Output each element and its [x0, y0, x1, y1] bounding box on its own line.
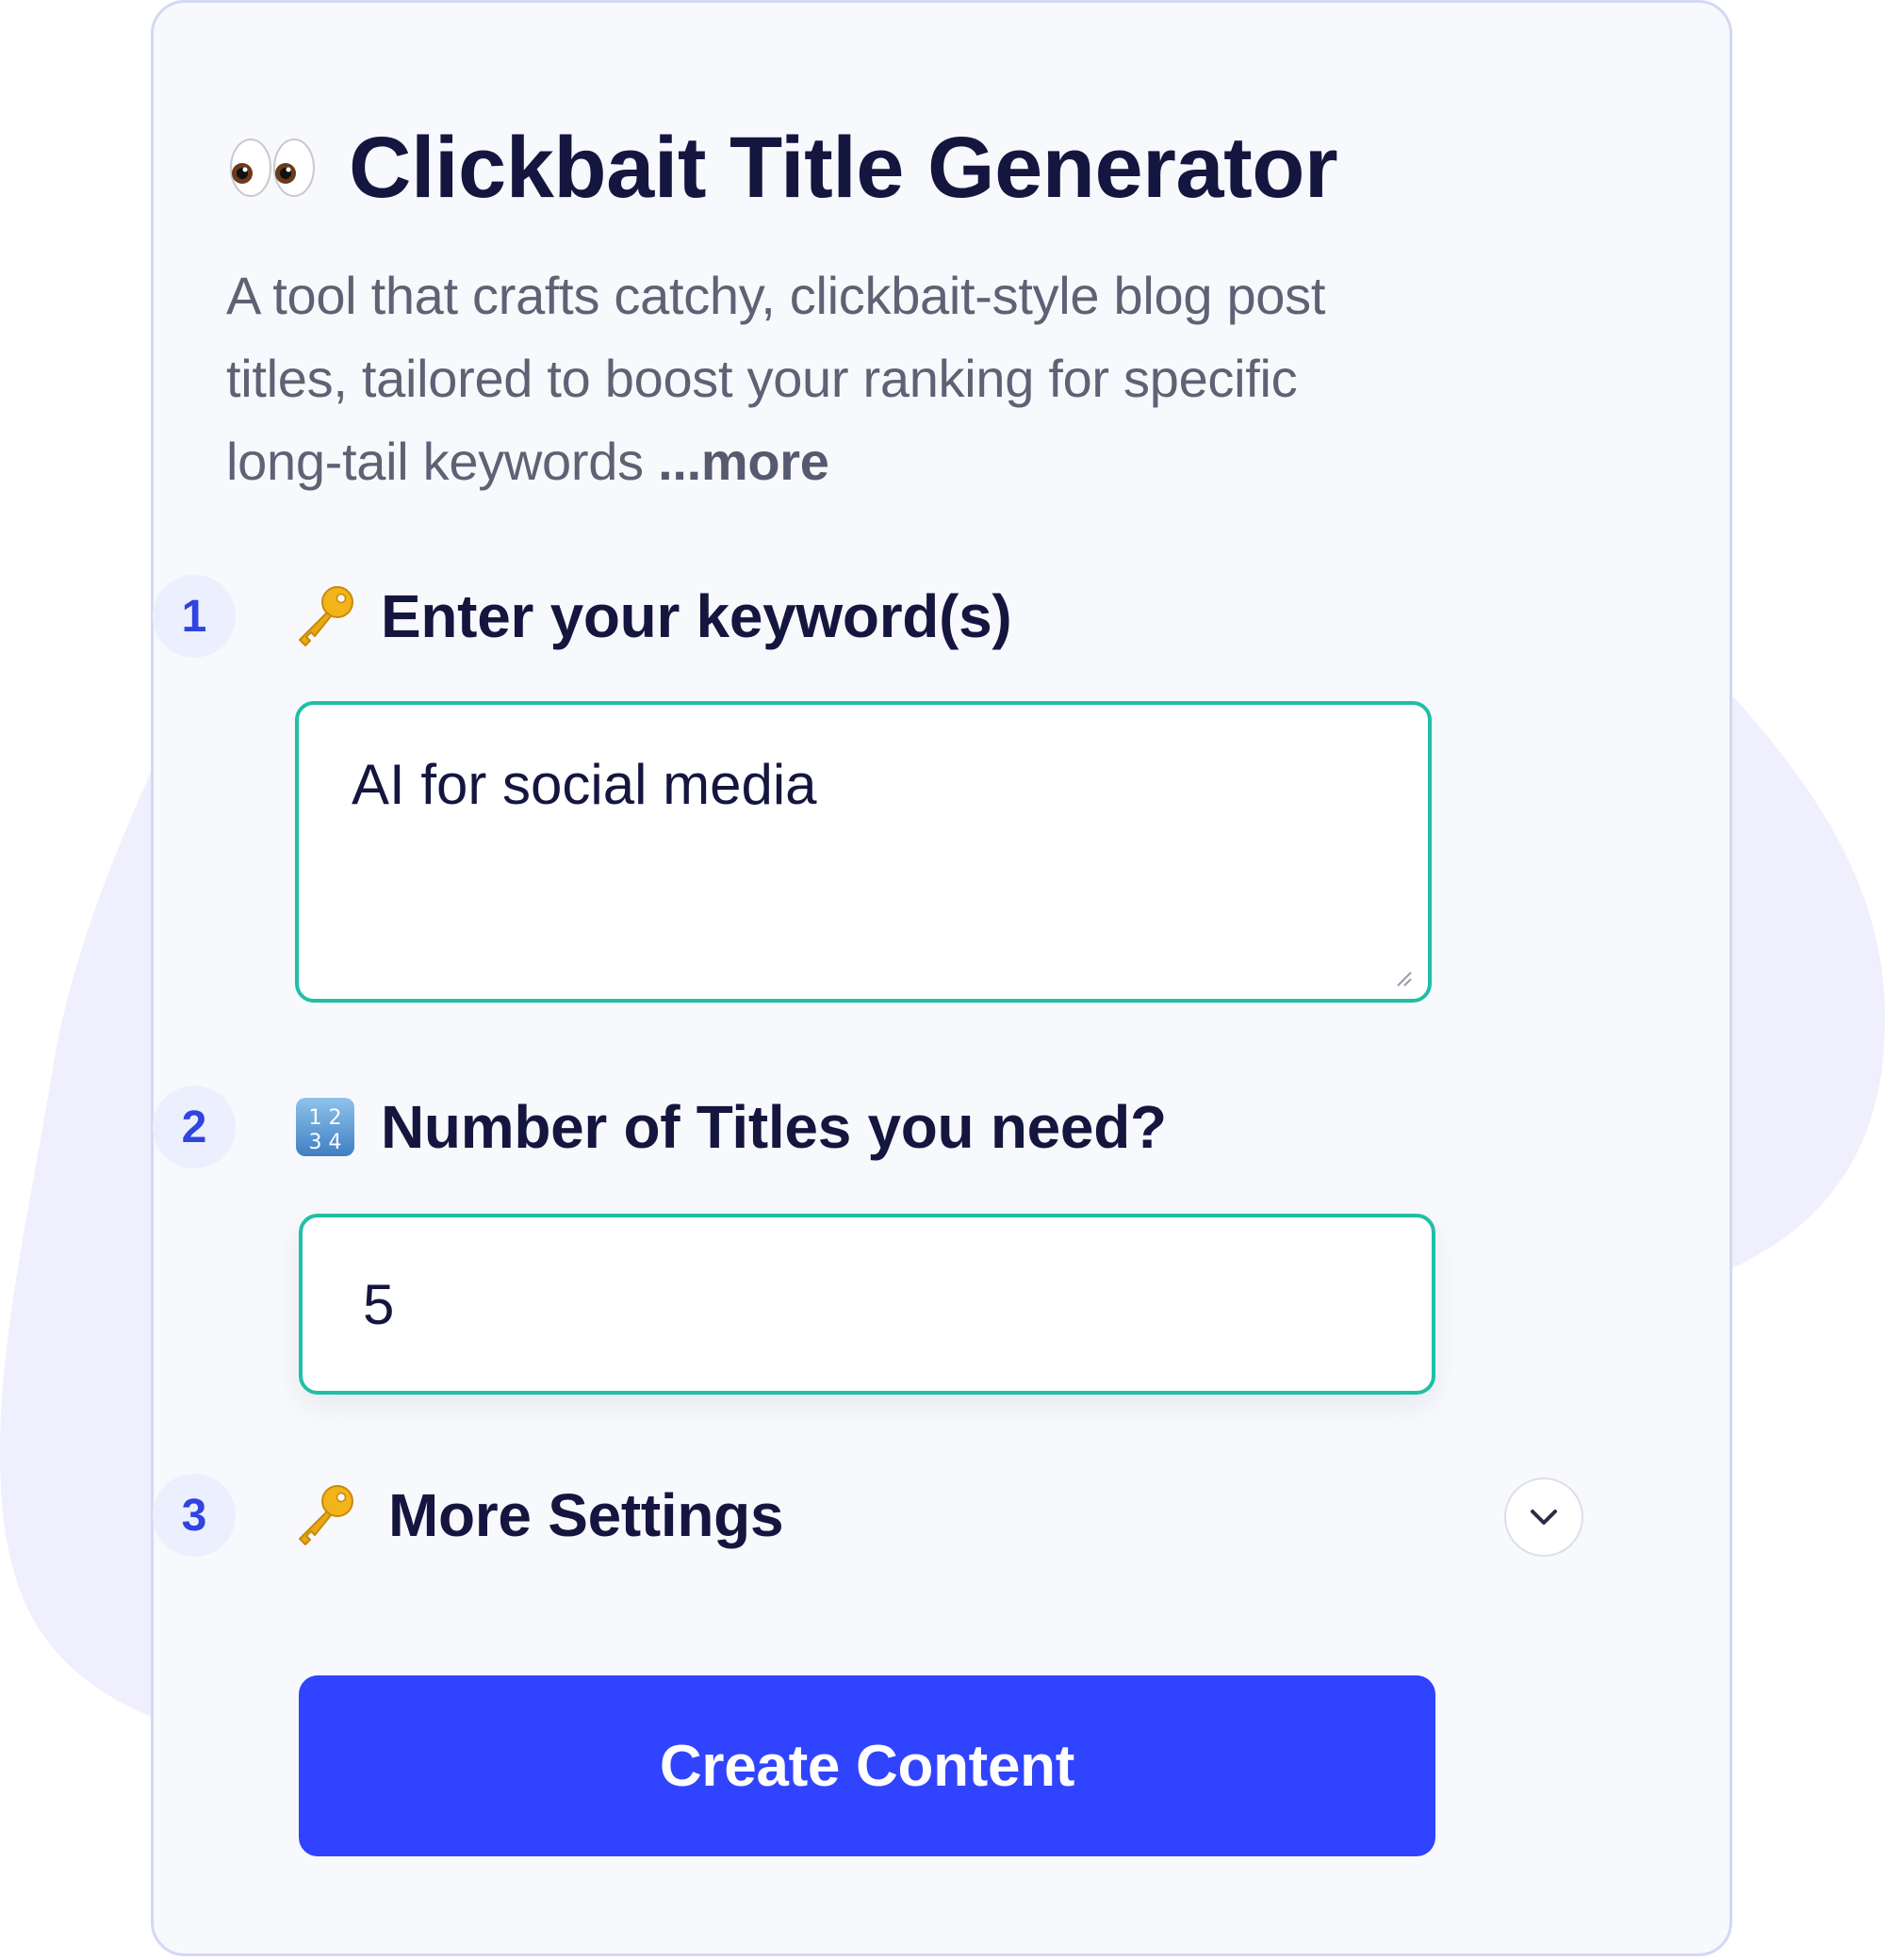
key-icon [292, 583, 358, 649]
resize-handle[interactable] [1392, 967, 1415, 989]
step-1-label: Enter your keyword(s) [381, 582, 1012, 650]
step-1-header: 1 Enter your keyword(s) [153, 575, 1012, 658]
svg-text:3 4: 3 4 [309, 1131, 342, 1154]
title-row: Clickbait Title Generator [226, 120, 1338, 216]
eyes-icon [226, 121, 320, 215]
more-settings-toggle[interactable] [1504, 1478, 1583, 1557]
keyword-field [295, 701, 1432, 1003]
page-title: Clickbait Title Generator [349, 120, 1338, 216]
step-number-badge: 2 [153, 1086, 236, 1168]
step-2-header: 2 1 2 3 4 Number of Titles you need? [153, 1086, 1167, 1168]
tool-description: A tool that crafts catchy, clickbait-sty… [226, 254, 1357, 503]
keyword-input[interactable] [299, 705, 1428, 999]
title-count-input[interactable] [303, 1217, 1432, 1391]
title-count-field [299, 1214, 1435, 1395]
step-2-label: Number of Titles you need? [381, 1093, 1167, 1161]
step-number-badge: 1 [153, 575, 236, 658]
chevron-down-icon [1531, 1510, 1557, 1525]
step-3-label: More Settings [388, 1481, 784, 1549]
svg-text:1 2: 1 2 [309, 1106, 342, 1130]
input-numbers-icon: 1 2 3 4 [292, 1094, 358, 1160]
key-icon [292, 1482, 358, 1548]
create-content-button[interactable]: Create Content [299, 1675, 1435, 1856]
step-number-badge: 3 [153, 1474, 236, 1557]
page: Clickbait Title Generator A tool that cr… [0, 0, 1885, 1960]
step-3-header[interactable]: 3 More Settings [153, 1474, 784, 1557]
more-link[interactable]: ...more [658, 432, 829, 491]
